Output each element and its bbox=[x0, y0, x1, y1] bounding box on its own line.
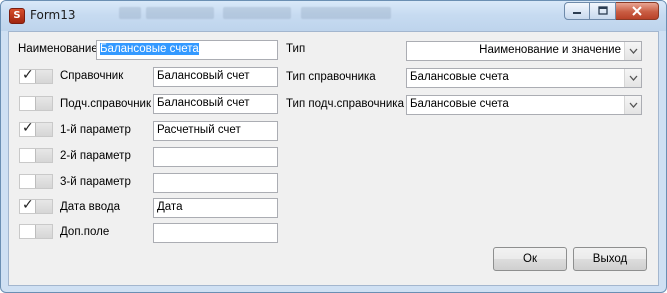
checkbox-box bbox=[20, 225, 36, 238]
name-label: Наименование bbox=[18, 43, 98, 55]
ok-button[interactable]: Ок bbox=[493, 247, 567, 271]
param3-input[interactable] bbox=[153, 173, 278, 193]
glass-reflection bbox=[119, 7, 141, 19]
checkbox-box: ✓ bbox=[20, 197, 36, 213]
name-input-value: Балансовые счета bbox=[100, 43, 199, 55]
subreference-type-select-value: Балансовые счета bbox=[410, 98, 509, 110]
app-icon[interactable]: S bbox=[9, 8, 25, 24]
subreference-input[interactable]: Балансовый счет bbox=[153, 94, 278, 114]
type-label: Тип bbox=[286, 43, 306, 55]
param3-label: 3-й параметр bbox=[60, 176, 131, 188]
checkbox-box: ✓ bbox=[20, 67, 36, 83]
name-input[interactable]: Балансовые счета bbox=[96, 40, 278, 60]
checkmark-icon: ✓ bbox=[22, 67, 34, 83]
reference-type-label: Тип справочника bbox=[286, 71, 376, 83]
subreference-label: Подч.справочник bbox=[60, 98, 151, 110]
reference-input[interactable]: Балансовый счет bbox=[153, 67, 278, 87]
extra-field-label: Доп.поле bbox=[60, 226, 110, 238]
checkmark-icon: ✓ bbox=[22, 197, 34, 213]
minimize-button[interactable] bbox=[564, 2, 590, 20]
checkbox-box bbox=[20, 175, 36, 188]
subreference-checkbox[interactable] bbox=[19, 96, 53, 111]
glass-reflection bbox=[146, 7, 214, 19]
reference-checkbox[interactable]: ✓ bbox=[19, 67, 53, 84]
subreference-type-select[interactable]: Балансовые счета bbox=[406, 95, 642, 115]
type-select[interactable]: Наименование и значение bbox=[406, 41, 642, 61]
chevron-down-glyph bbox=[629, 48, 637, 54]
reference-type-select-value: Балансовые счета bbox=[410, 71, 509, 83]
maximize-icon bbox=[597, 6, 608, 15]
reference-label: Справочник bbox=[60, 70, 124, 82]
param1-checkbox[interactable]: ✓ bbox=[19, 120, 53, 137]
entry-date-input[interactable]: Дата bbox=[153, 198, 278, 218]
window-controls bbox=[564, 2, 659, 20]
type-select-value: Наименование и значение bbox=[479, 44, 621, 56]
minimize-icon bbox=[573, 12, 581, 14]
glass-reflection bbox=[301, 7, 391, 19]
param2-label: 2-й параметр bbox=[60, 150, 131, 162]
extra-field-input[interactable] bbox=[153, 223, 278, 243]
maximize-button[interactable] bbox=[590, 2, 616, 20]
chevron-down-icon[interactable] bbox=[624, 96, 641, 114]
checkbox-box bbox=[20, 97, 36, 110]
entry-date-checkbox[interactable]: ✓ bbox=[19, 197, 53, 214]
param1-label: 1-й параметр bbox=[60, 124, 131, 136]
checkbox-box: ✓ bbox=[20, 120, 36, 136]
subreference-type-label: Тип подч.справочника bbox=[286, 98, 404, 110]
chevron-down-glyph bbox=[629, 75, 637, 81]
glass-reflection bbox=[223, 7, 291, 19]
window-title: Form13 bbox=[30, 8, 76, 22]
close-button[interactable] bbox=[616, 2, 659, 20]
chevron-down-icon[interactable] bbox=[624, 42, 641, 60]
app-icon-letter: S bbox=[13, 10, 21, 21]
close-icon bbox=[632, 6, 642, 16]
chevron-down-icon[interactable] bbox=[624, 69, 641, 87]
param2-checkbox[interactable] bbox=[19, 148, 53, 163]
param1-input[interactable]: Расчетный счет bbox=[153, 121, 278, 141]
checkmark-icon: ✓ bbox=[22, 120, 34, 136]
exit-button[interactable]: Выход bbox=[573, 247, 647, 271]
extra-field-checkbox[interactable] bbox=[19, 224, 53, 239]
chevron-down-glyph bbox=[629, 102, 637, 108]
dialog-window: S Form13 Наименование Балансовые счета Т… bbox=[0, 0, 667, 293]
entry-date-label: Дата ввода bbox=[60, 201, 120, 213]
title-bar[interactable]: S Form13 bbox=[1, 1, 666, 31]
param3-checkbox[interactable] bbox=[19, 174, 53, 189]
checkbox-box bbox=[20, 149, 36, 162]
param2-input[interactable] bbox=[153, 147, 278, 167]
form-body: Наименование Балансовые счета Тип Наимен… bbox=[8, 31, 659, 286]
reference-type-select[interactable]: Балансовые счета bbox=[406, 68, 642, 88]
